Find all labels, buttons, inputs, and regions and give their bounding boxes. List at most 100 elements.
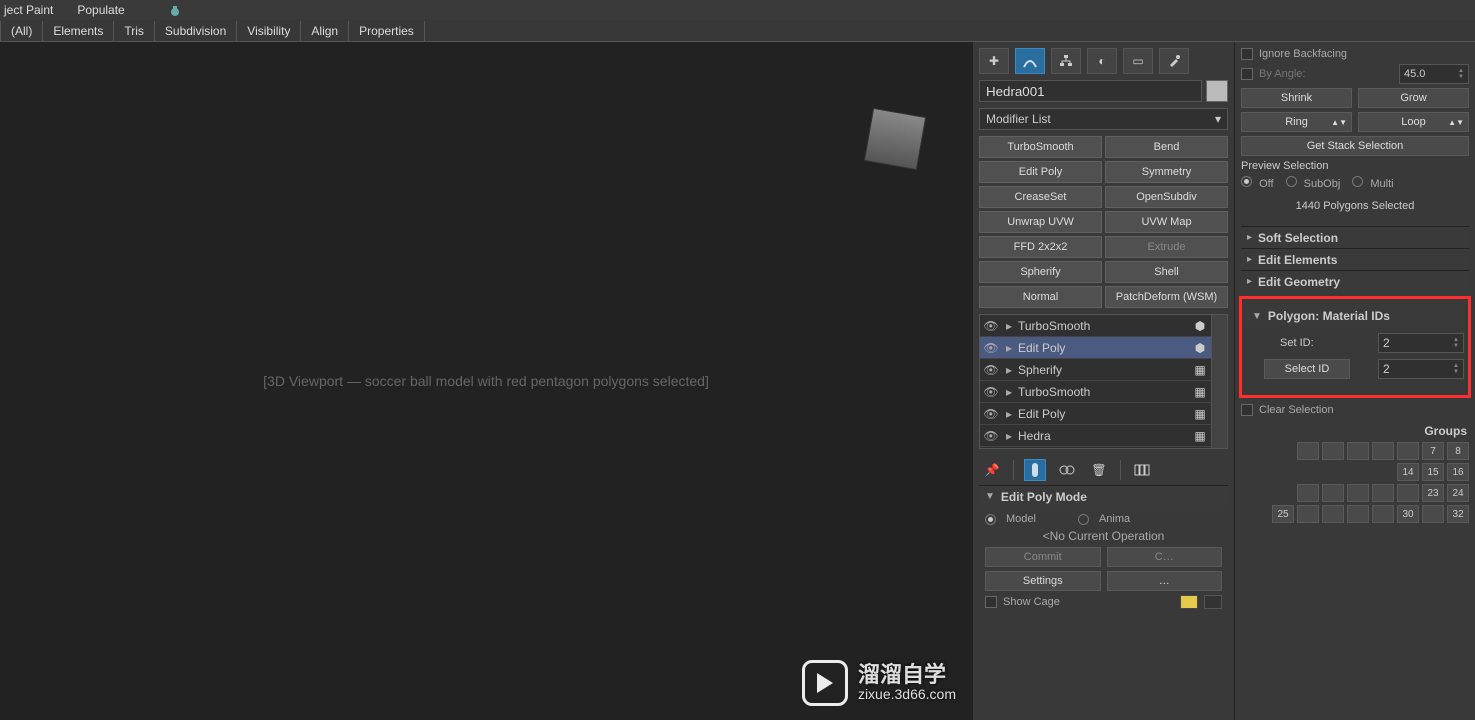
visibility-eye-icon[interactable]: 👁 xyxy=(980,341,1002,355)
configure-sets-icon[interactable] xyxy=(1131,459,1153,481)
viewport[interactable]: [3D Viewport — soccer ball model with re… xyxy=(0,42,972,720)
mod-symmetry[interactable]: Symmetry xyxy=(1105,161,1228,183)
smoothing-group-cell[interactable]: 8 xyxy=(1447,442,1469,460)
cancel-button[interactable]: C… xyxy=(1107,547,1223,567)
menu-populate[interactable]: Populate xyxy=(77,3,124,17)
select-id-spinner[interactable]: 2▲▼ xyxy=(1378,359,1464,379)
smoothing-group-cell[interactable] xyxy=(1297,442,1319,460)
mod-uvwmap[interactable]: UVW Map xyxy=(1105,211,1228,233)
rollout-edit-geometry[interactable]: ▸Edit Geometry xyxy=(1241,270,1469,292)
stack-row[interactable]: 👁▸TurboSmooth⬢ xyxy=(980,315,1227,337)
mod-turbosmooth[interactable]: TurboSmooth xyxy=(979,136,1102,158)
make-unique-icon[interactable] xyxy=(1056,459,1078,481)
stack-row[interactable]: 👁▸TurboSmooth▦ xyxy=(980,381,1227,403)
cage-color-1[interactable] xyxy=(1180,595,1198,609)
by-angle-spinner[interactable]: 45.0▲▼ xyxy=(1399,64,1469,84)
object-color-swatch[interactable] xyxy=(1206,80,1228,102)
shrink-button[interactable]: Shrink xyxy=(1241,88,1352,108)
smoothing-group-cell[interactable]: 15 xyxy=(1422,463,1444,481)
smoothing-group-cell[interactable]: 16 xyxy=(1447,463,1469,481)
ring-button[interactable]: Ring▲▼ xyxy=(1241,112,1352,132)
mod-extrude[interactable]: Extrude xyxy=(1105,236,1228,258)
menu-object-paint[interactable]: ject Paint xyxy=(4,3,53,17)
mod-creaseset[interactable]: CreaseSet xyxy=(979,186,1102,208)
mod-editpoly[interactable]: Edit Poly xyxy=(979,161,1102,183)
select-id-button[interactable]: Select ID xyxy=(1264,359,1350,379)
smoothing-group-cell[interactable]: 23 xyxy=(1422,484,1444,502)
hierarchy-panel-icon[interactable] xyxy=(1051,48,1081,74)
stack-row[interactable]: 👁▸Edit Poly▦ xyxy=(980,403,1227,425)
radio-off[interactable] xyxy=(1241,176,1252,187)
mod-normal[interactable]: Normal xyxy=(979,286,1102,308)
display-panel-icon[interactable]: ▭ xyxy=(1123,48,1153,74)
expand-caret-icon[interactable]: ▸ xyxy=(1002,363,1016,377)
show-end-result-icon[interactable] xyxy=(1024,459,1046,481)
smoothing-group-cell[interactable]: 25 xyxy=(1272,505,1294,523)
rollout-material-ids[interactable]: ▼Polygon: Material IDs xyxy=(1246,305,1464,327)
smoothing-group-cell[interactable]: 32 xyxy=(1447,505,1469,523)
smoothing-group-cell[interactable]: 14 xyxy=(1397,463,1419,481)
show-cage-checkbox[interactable] xyxy=(985,596,997,608)
remove-modifier-icon[interactable]: 🗑 xyxy=(1088,459,1110,481)
visibility-eye-icon[interactable]: 👁 xyxy=(980,385,1002,399)
smoothing-group-cell[interactable] xyxy=(1322,442,1344,460)
smoothing-group-cell[interactable]: 24 xyxy=(1447,484,1469,502)
teapot-icon[interactable] xyxy=(167,2,183,18)
grow-button[interactable]: Grow xyxy=(1358,88,1469,108)
smoothing-group-cell[interactable] xyxy=(1372,442,1394,460)
smoothing-group-cell[interactable] xyxy=(1297,505,1319,523)
get-stack-selection-button[interactable]: Get Stack Selection xyxy=(1241,136,1469,156)
smoothing-group-cell[interactable] xyxy=(1322,484,1344,502)
radio-animate[interactable] xyxy=(1078,514,1089,525)
smoothing-group-cell[interactable] xyxy=(1347,484,1369,502)
radio-multi[interactable] xyxy=(1352,176,1363,187)
mod-ffd[interactable]: FFD 2x2x2 xyxy=(979,236,1102,258)
tab-visibility[interactable]: Visibility xyxy=(237,21,301,41)
rollout-edit-elements[interactable]: ▸Edit Elements xyxy=(1241,248,1469,270)
smoothing-group-cell[interactable] xyxy=(1422,505,1444,523)
viewcube[interactable] xyxy=(864,108,927,171)
mod-opensubdiv[interactable]: OpenSubdiv xyxy=(1105,186,1228,208)
cage-color-2[interactable] xyxy=(1204,595,1222,609)
radio-model[interactable] xyxy=(985,514,996,525)
tab-align[interactable]: Align xyxy=(301,21,349,41)
tab-tris[interactable]: Tris xyxy=(114,21,155,41)
stack-scrollbar[interactable] xyxy=(1211,315,1227,448)
smoothing-group-cell[interactable]: 7 xyxy=(1422,442,1444,460)
pin-stack-icon[interactable]: 📌 xyxy=(981,459,1003,481)
expand-caret-icon[interactable]: ▸ xyxy=(1002,407,1016,421)
smoothing-group-cell[interactable] xyxy=(1397,484,1419,502)
mod-spherify[interactable]: Spherify xyxy=(979,261,1102,283)
stack-row[interactable]: 👁▸Hedra▦ xyxy=(980,425,1227,447)
radio-subobj[interactable] xyxy=(1286,176,1297,187)
smoothing-group-cell[interactable] xyxy=(1347,442,1369,460)
ignore-backfacing-checkbox[interactable] xyxy=(1241,48,1253,60)
loop-button[interactable]: Loop▲▼ xyxy=(1358,112,1469,132)
by-angle-checkbox[interactable] xyxy=(1241,68,1253,80)
settings-button-2[interactable]: … xyxy=(1107,571,1223,591)
expand-caret-icon[interactable]: ▸ xyxy=(1002,341,1016,355)
utilities-panel-icon[interactable] xyxy=(1159,48,1189,74)
create-panel-icon[interactable]: ✚ xyxy=(979,48,1009,74)
object-name-input[interactable] xyxy=(979,80,1202,102)
tab-subdivision[interactable]: Subdivision xyxy=(155,21,237,41)
smoothing-group-cell[interactable] xyxy=(1297,484,1319,502)
modifier-list-dropdown[interactable]: Modifier List ▾ xyxy=(979,108,1228,130)
expand-caret-icon[interactable]: ▸ xyxy=(1002,319,1016,333)
set-id-spinner[interactable]: 2▲▼ xyxy=(1378,333,1464,353)
smoothing-group-cell[interactable] xyxy=(1372,505,1394,523)
commit-button[interactable]: Commit xyxy=(985,547,1101,567)
mod-patchdeform[interactable]: PatchDeform (WSM) xyxy=(1105,286,1228,308)
expand-caret-icon[interactable]: ▸ xyxy=(1002,429,1016,443)
mod-unwrap[interactable]: Unwrap UVW xyxy=(979,211,1102,233)
settings-button[interactable]: Settings xyxy=(985,571,1101,591)
visibility-eye-icon[interactable]: 👁 xyxy=(980,429,1002,443)
modify-panel-icon[interactable] xyxy=(1015,48,1045,74)
visibility-eye-icon[interactable]: 👁 xyxy=(980,319,1002,333)
visibility-eye-icon[interactable]: 👁 xyxy=(980,407,1002,421)
stack-row[interactable]: 👁▸Spherify▦ xyxy=(980,359,1227,381)
smoothing-group-cell[interactable] xyxy=(1347,505,1369,523)
rollout-edit-poly-mode[interactable]: ▼ Edit Poly Mode xyxy=(979,485,1228,507)
smoothing-group-cell[interactable]: 30 xyxy=(1397,505,1419,523)
motion-panel-icon[interactable]: ◐ xyxy=(1087,48,1117,74)
